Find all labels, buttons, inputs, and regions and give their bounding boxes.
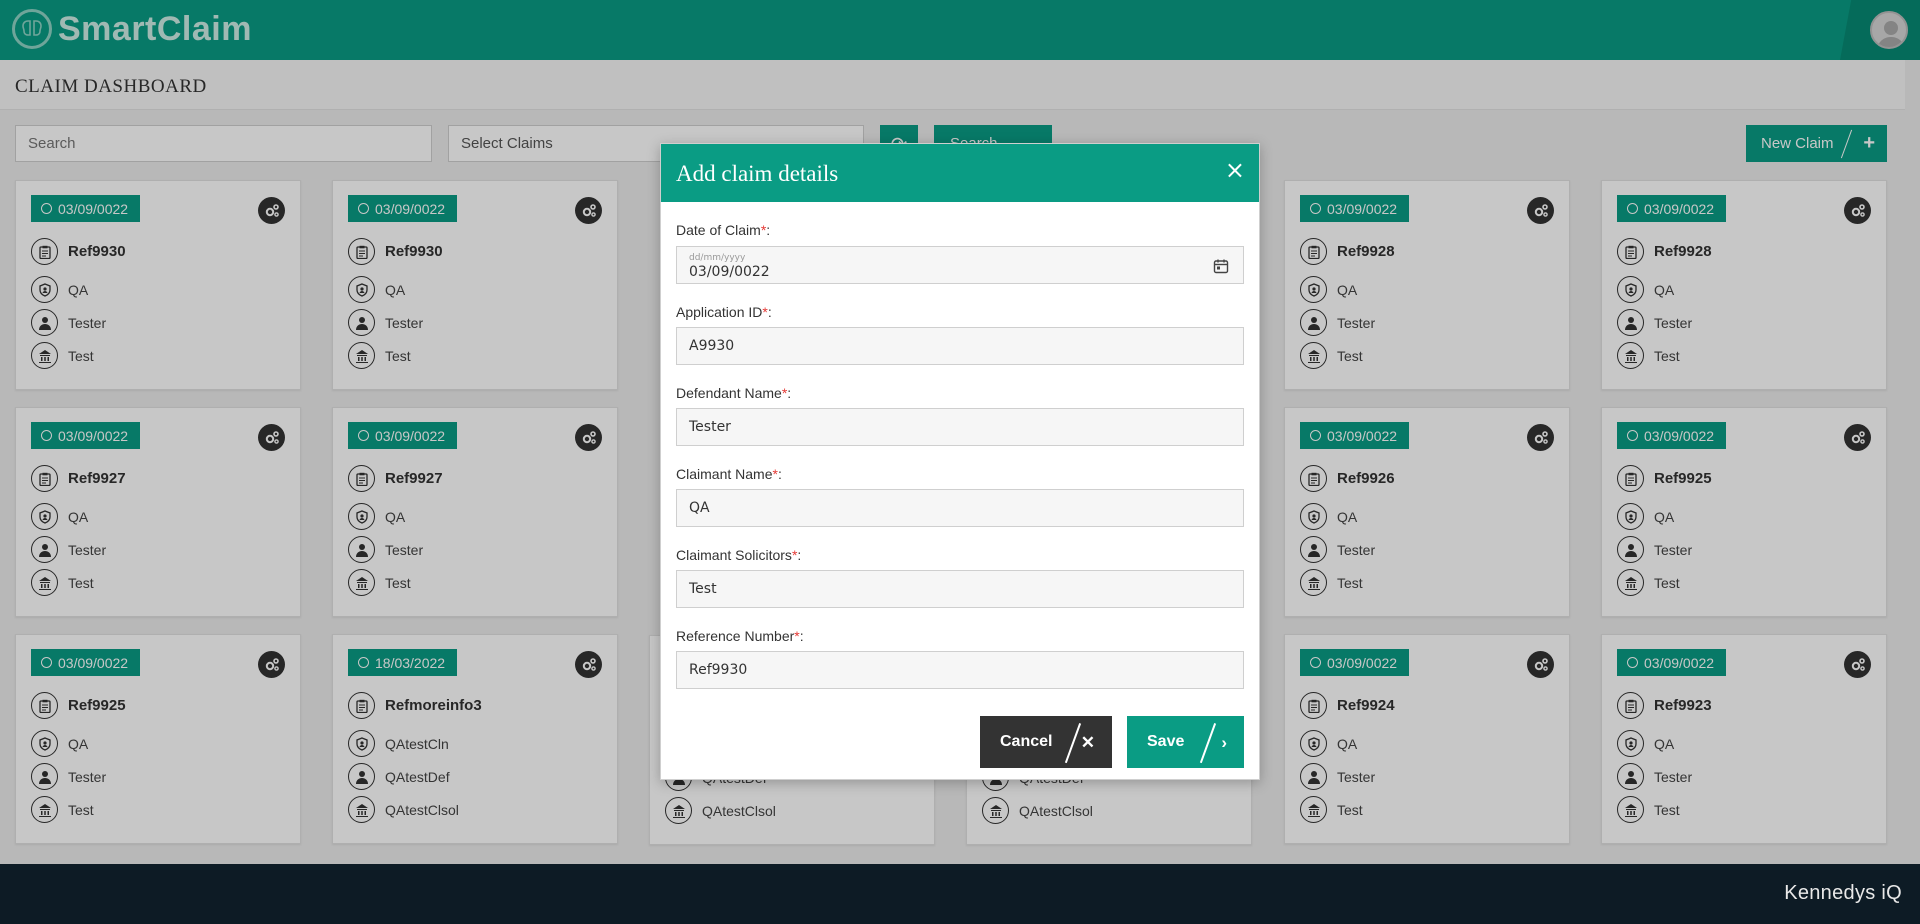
defendant-name-value: Tester bbox=[689, 419, 731, 435]
button-divider bbox=[1199, 723, 1216, 763]
date-of-claim-label-text: Date of Claim bbox=[676, 222, 761, 238]
reference-number-value: Ref9930 bbox=[689, 662, 748, 678]
add-claim-modal: Add claim details × Date of Claim*: dd/m… bbox=[660, 143, 1260, 780]
date-of-claim-label: Date of Claim*: bbox=[676, 222, 770, 238]
button-divider bbox=[1064, 723, 1081, 763]
application-id-input[interactable]: A9930 bbox=[676, 327, 1244, 365]
reference-number-input[interactable]: Ref9930 bbox=[676, 651, 1244, 689]
label-suffix: : bbox=[767, 304, 772, 320]
claimant-name-label-text: Claimant Name bbox=[676, 466, 773, 482]
defendant-name-label-text: Defendant Name bbox=[676, 385, 782, 401]
label-suffix: : bbox=[797, 547, 802, 563]
modal-header: Add claim details × bbox=[661, 144, 1259, 202]
calendar-icon[interactable] bbox=[1213, 258, 1229, 274]
label-suffix: : bbox=[777, 466, 782, 482]
defendant-name-input[interactable]: Tester bbox=[676, 408, 1244, 446]
close-x-icon: ✕ bbox=[1080, 733, 1095, 752]
label-suffix: : bbox=[766, 222, 771, 238]
claimant-solicitors-label-text: Claimant Solicitors bbox=[676, 547, 792, 563]
label-suffix: : bbox=[787, 385, 792, 401]
date-value: 03/09/0022 bbox=[689, 263, 770, 280]
application-id-label-text: Application ID bbox=[676, 304, 763, 320]
chevron-right-icon: › bbox=[1221, 733, 1227, 752]
date-of-claim-input[interactable]: dd/mm/yyyy 03/09/0022 bbox=[676, 246, 1244, 284]
claimant-name-label: Claimant Name*: bbox=[676, 466, 782, 482]
cancel-button-label: Cancel bbox=[1000, 733, 1053, 750]
claimant-solicitors-label: Claimant Solicitors*: bbox=[676, 547, 801, 563]
application-id-value: A9930 bbox=[689, 338, 735, 354]
label-suffix: : bbox=[799, 628, 804, 644]
reference-number-label-text: Reference Number bbox=[676, 628, 795, 644]
claimant-name-input[interactable]: QA bbox=[676, 489, 1244, 527]
footer-brand: Kennedys iQ bbox=[1784, 882, 1902, 904]
reference-number-label: Reference Number*: bbox=[676, 628, 804, 644]
save-button-label: Save bbox=[1147, 733, 1185, 750]
cancel-button[interactable]: Cancel ✕ bbox=[980, 716, 1112, 768]
save-button[interactable]: Save › bbox=[1127, 716, 1244, 768]
claimant-solicitors-input[interactable]: Test bbox=[676, 570, 1244, 608]
date-placeholder: dd/mm/yyyy bbox=[689, 252, 746, 263]
footer: Kennedys iQ bbox=[0, 864, 1920, 924]
defendant-name-label: Defendant Name*: bbox=[676, 385, 791, 401]
modal-title: Add claim details bbox=[676, 161, 839, 186]
claimant-name-value: QA bbox=[689, 500, 710, 516]
close-icon[interactable]: × bbox=[1225, 158, 1245, 182]
claimant-solicitors-value: Test bbox=[689, 581, 717, 597]
application-id-label: Application ID*: bbox=[676, 304, 772, 320]
